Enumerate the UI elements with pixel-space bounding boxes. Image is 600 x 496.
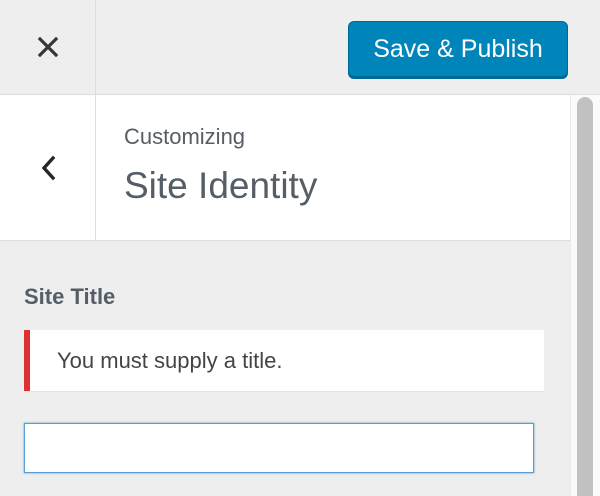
scrollbar[interactable] — [570, 95, 600, 496]
site-title-input[interactable] — [24, 423, 534, 473]
error-notice: You must supply a title. — [24, 330, 544, 391]
panel-title: Site Identity — [124, 165, 318, 206]
save-publish-button[interactable]: Save & Publish — [348, 21, 568, 77]
scrollbar-thumb[interactable] — [577, 97, 593, 496]
close-customizer-button[interactable] — [0, 0, 96, 94]
error-message: You must supply a title. — [57, 348, 283, 373]
section-header: Customizing Site Identity — [0, 95, 570, 241]
panel-subtitle: Customizing — [124, 124, 246, 149]
close-icon — [37, 36, 58, 58]
customizer-header: Save & Publish — [0, 0, 600, 95]
chevron-left-icon — [41, 155, 55, 180]
customizer-panel: Save & Publish Customizing Site Identity… — [0, 0, 600, 496]
back-button[interactable] — [0, 95, 96, 240]
site-title-label: Site Title — [24, 284, 116, 309]
